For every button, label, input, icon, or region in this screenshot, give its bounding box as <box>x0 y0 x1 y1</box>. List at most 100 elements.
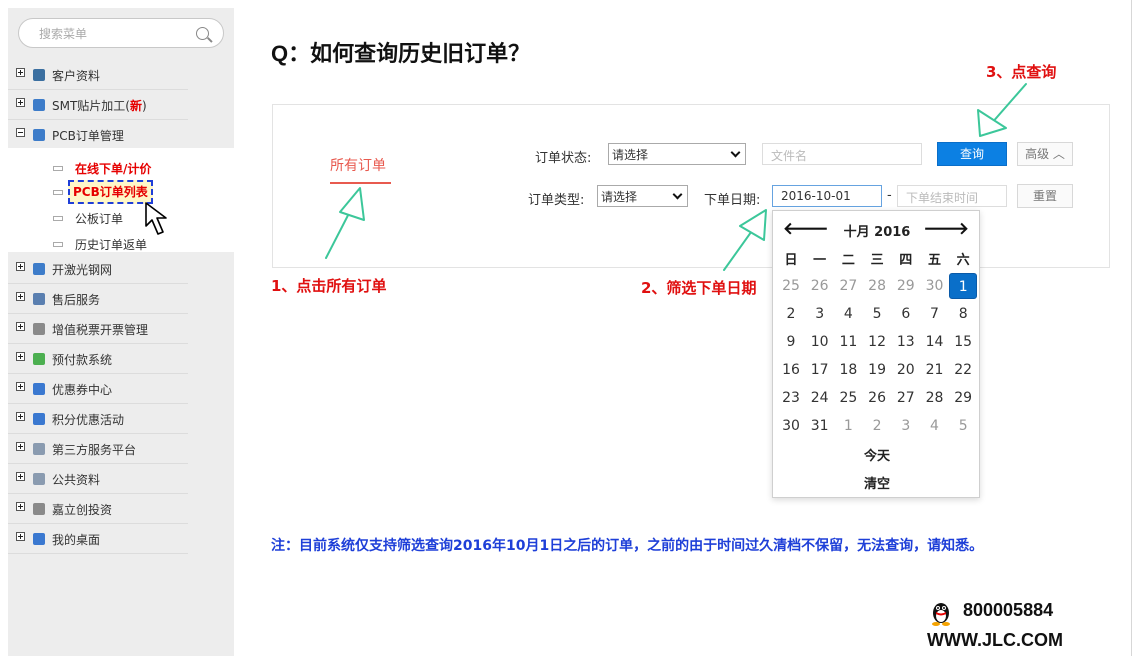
calendar-day[interactable]: 30 <box>921 273 949 299</box>
sidebar-item-7[interactable]: 优惠券中心 <box>8 374 188 404</box>
calendar-day[interactable]: 29 <box>892 273 920 299</box>
calendar-day[interactable]: 26 <box>863 385 891 411</box>
expand-icon[interactable] <box>16 442 25 451</box>
calendar-day-selected[interactable]: 1 <box>949 273 978 299</box>
search-menu-input[interactable]: 搜索菜单 <box>18 18 224 48</box>
calendar-day[interactable]: 29 <box>949 385 977 411</box>
sidebar-item-label: 预付款系统 <box>52 351 112 368</box>
date-picker: 🡐 十月 2016 🡒 日一二三四五六 25 26 27 28 29 30 1 2 3 4 5 6 7 8 9… <box>772 210 980 498</box>
date-start-input[interactable]: 2016-10-01 <box>772 185 882 207</box>
sidebar-item-3[interactable]: 开激光钢网 <box>8 254 188 284</box>
public-docs-icon <box>33 473 45 485</box>
label-text: 我的桌面 <box>52 533 101 547</box>
expand-icon[interactable] <box>16 382 25 391</box>
calendar-day[interactable]: 25 <box>777 273 805 299</box>
advanced-button[interactable]: 高级 ︿ <box>1017 142 1073 166</box>
order-status-value: 请选择 <box>612 148 649 162</box>
expand-icon[interactable] <box>16 68 25 77</box>
expand-icon[interactable] <box>16 502 25 511</box>
calendar-day[interactable]: 5 <box>863 301 891 327</box>
expand-icon[interactable] <box>16 412 25 421</box>
sidebar-item-9[interactable]: 第三方服务平台 <box>8 434 188 464</box>
calendar-day[interactable]: 21 <box>921 357 949 383</box>
calendar-day[interactable]: 4 <box>921 413 949 439</box>
expand-icon[interactable] <box>16 532 25 541</box>
filename-input[interactable]: 文件名 <box>762 143 922 165</box>
next-month-icon[interactable]: 🡒 <box>923 219 969 239</box>
tab-all-orders[interactable]: 所有订单 <box>330 155 386 175</box>
calendar-day[interactable]: 13 <box>892 329 920 355</box>
calendar-day[interactable]: 28 <box>863 273 891 299</box>
filename-placeholder: 文件名 <box>771 149 808 163</box>
calendar-day[interactable]: 14 <box>921 329 949 355</box>
sidebar-item-label: 客户资料 <box>52 67 100 84</box>
sidebar-item-6[interactable]: 预付款系统 <box>8 344 188 374</box>
sidebar-item-4[interactable]: 售后服务 <box>8 284 188 314</box>
calendar-day[interactable]: 25 <box>834 385 862 411</box>
expand-icon[interactable] <box>16 262 25 271</box>
calendar-day[interactable]: 23 <box>777 385 805 411</box>
calendar-day[interactable]: 27 <box>892 385 920 411</box>
calendar-day[interactable]: 7 <box>921 301 949 327</box>
order-status-select[interactable]: 请选择 <box>608 143 746 165</box>
calendar-day[interactable]: 4 <box>834 301 862 327</box>
calendar-day[interactable]: 8 <box>949 301 977 327</box>
calendar-day[interactable]: 1 <box>834 413 862 439</box>
calendar-day[interactable]: 2 <box>777 301 805 327</box>
calendar-day[interactable]: 16 <box>777 357 805 383</box>
customer-icon <box>33 69 45 81</box>
calendar-day[interactable]: 30 <box>777 413 805 439</box>
calendar-day[interactable]: 31 <box>806 413 834 439</box>
calendar-day[interactable]: 22 <box>949 357 977 383</box>
calendar-day[interactable]: 28 <box>921 385 949 411</box>
label-text: 售后服务 <box>52 293 101 307</box>
calendar-day[interactable]: 15 <box>949 329 977 355</box>
calendar-day[interactable]: 19 <box>863 357 891 383</box>
expand-icon[interactable] <box>16 352 25 361</box>
clear-button[interactable]: 清空 <box>773 473 981 492</box>
calendar-day[interactable]: 3 <box>892 413 920 439</box>
coupon-icon <box>33 383 45 395</box>
calendar-day[interactable]: 3 <box>806 301 834 327</box>
calendar-day[interactable]: 9 <box>777 329 805 355</box>
expand-icon[interactable] <box>16 472 25 481</box>
annotation-step3: 3、点查询 <box>986 63 1057 81</box>
sidebar-item-label: 售后服务 <box>52 291 100 308</box>
query-button[interactable]: 查询 <box>937 142 1007 166</box>
sidebar-item-11[interactable]: 嘉立创投资 <box>8 494 188 524</box>
date-start-value: 2016-10-01 <box>781 189 851 203</box>
expand-icon[interactable] <box>16 322 25 331</box>
date-end-input[interactable]: 下单结束时间 <box>897 185 1007 207</box>
search-placeholder: 搜索菜单 <box>39 27 88 41</box>
contact-website[interactable]: WWW.JLC.COM <box>927 630 1063 651</box>
prepay-icon <box>33 353 45 365</box>
calendar-day[interactable]: 27 <box>834 273 862 299</box>
order-type-select[interactable]: 请选择 <box>597 185 688 207</box>
investment-icon <box>33 503 45 515</box>
today-button[interactable]: 今天 <box>773 445 981 464</box>
calendar-day[interactable]: 12 <box>863 329 891 355</box>
calendar-day[interactable]: 24 <box>806 385 834 411</box>
sidebar-item-8[interactable]: 积分优惠活动 <box>8 404 188 434</box>
calendar-day[interactable]: 5 <box>949 413 977 439</box>
calendar-day[interactable]: 6 <box>892 301 920 327</box>
calendar-day[interactable]: 17 <box>806 357 834 383</box>
calendar-day[interactable]: 18 <box>834 357 862 383</box>
calendar-day[interactable]: 10 <box>806 329 834 355</box>
sidebar-item-5[interactable]: 增值税票开票管理 <box>8 314 188 344</box>
calendar-day[interactable]: 26 <box>806 273 834 299</box>
collapse-icon[interactable] <box>16 128 25 137</box>
sidebar-item-1[interactable]: SMT贴片加工(新) <box>8 90 188 120</box>
sidebar-item-2[interactable]: PCB订单管理 <box>8 120 188 150</box>
sidebar-item-12[interactable]: 我的桌面 <box>8 524 188 554</box>
calendar-day[interactable]: 2 <box>863 413 891 439</box>
expand-icon[interactable] <box>16 98 25 107</box>
weekday-header: 五 <box>927 253 941 268</box>
search-icon[interactable] <box>196 27 209 40</box>
calendar-day[interactable]: 20 <box>892 357 920 383</box>
reset-button[interactable]: 重置 <box>1017 184 1073 208</box>
calendar-day[interactable]: 11 <box>834 329 862 355</box>
sidebar-item-10[interactable]: 公共资料 <box>8 464 188 494</box>
expand-icon[interactable] <box>16 292 25 301</box>
sidebar-item-0[interactable]: 客户资料 <box>8 60 188 90</box>
